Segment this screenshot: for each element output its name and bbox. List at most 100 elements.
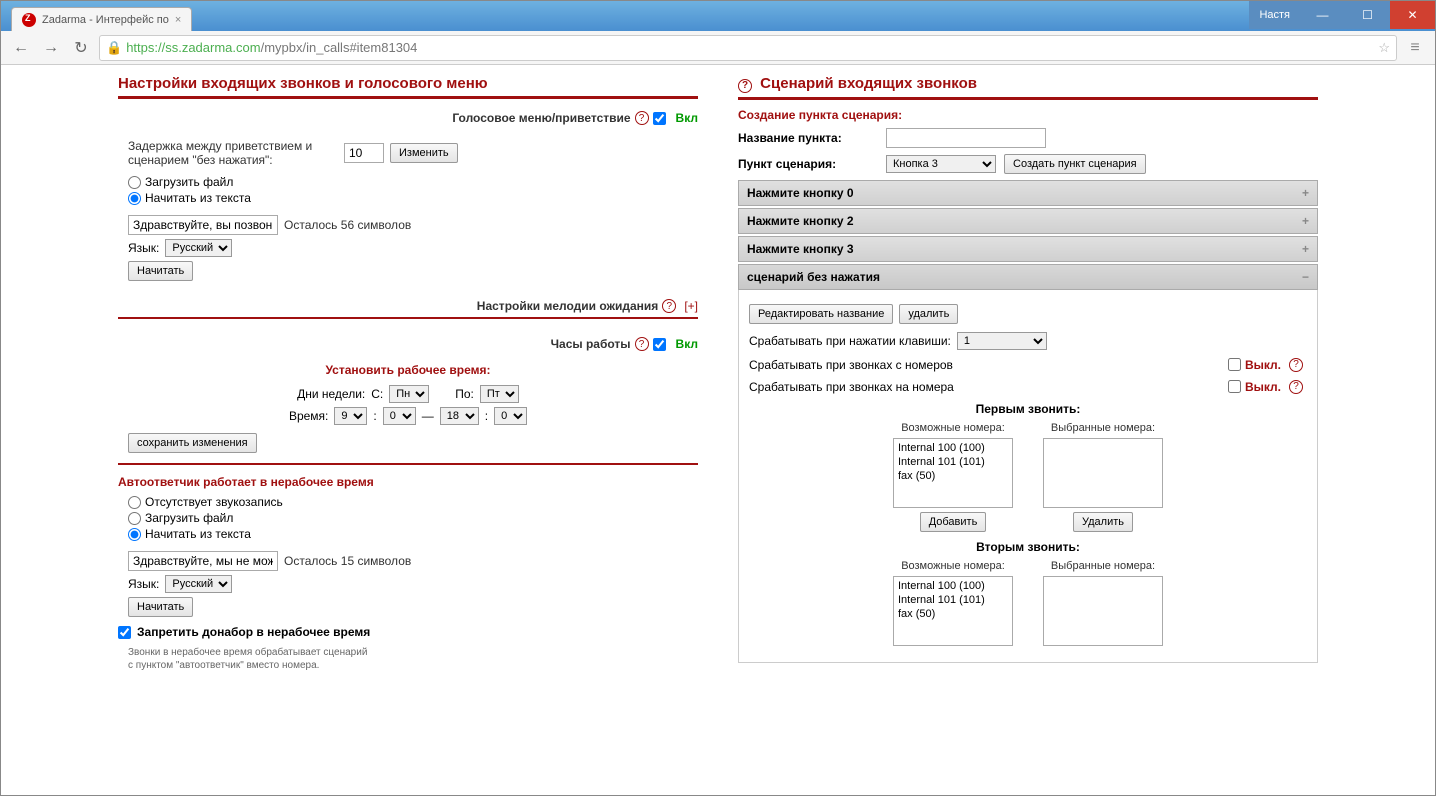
minus-icon: − <box>1302 270 1309 284</box>
from-numbers-checkbox[interactable] <box>1228 358 1241 371</box>
vm-text-label: Начитать из текста <box>145 527 251 541</box>
edit-name-button[interactable]: Редактировать название <box>749 304 893 324</box>
expand-icon[interactable]: [+] <box>684 299 698 313</box>
tab-title: Zadarma - Интерфейс по <box>42 14 169 26</box>
voice-menu-label: Голосовое меню/приветствие <box>118 111 631 125</box>
forbid-dial-checkbox[interactable] <box>118 626 131 639</box>
bookmark-star-icon[interactable]: ☆ <box>1378 40 1390 56</box>
vm-speak-button[interactable]: Начитать <box>128 597 193 617</box>
voice-menu-state: Вкл <box>676 111 698 125</box>
point-name-label: Название пункта: <box>738 131 878 145</box>
list-item[interactable]: Internal 101 (101) <box>896 593 1010 607</box>
create-point-label: Создание пункта сценария: <box>738 108 1318 122</box>
help-icon[interactable]: ? <box>635 111 649 125</box>
url-input[interactable]: 🔒 https://ss.zadarma.com/mypbx/in_calls#… <box>99 35 1397 61</box>
greeting-input[interactable] <box>128 215 278 235</box>
reload-icon[interactable]: ↻ <box>69 36 93 60</box>
vm-upload-radio[interactable] <box>128 512 141 525</box>
selected-numbers-list-2[interactable] <box>1043 576 1163 646</box>
accordion-button-0[interactable]: Нажмите кнопку 0+ <box>738 180 1318 206</box>
voicemail-title: Автоответчик работает в нерабочее время <box>118 475 698 489</box>
voice-menu-toggle[interactable] <box>653 112 666 125</box>
plus-icon: + <box>1302 242 1309 256</box>
plus-icon: + <box>1302 214 1309 228</box>
to-label: По: <box>455 387 474 401</box>
hours-toggle[interactable] <box>653 338 666 351</box>
window-maximize-icon[interactable]: ☐ <box>1345 1 1390 29</box>
accordion-no-press[interactable]: сценарий без нажатия− <box>738 264 1318 290</box>
lock-icon: 🔒 <box>106 40 122 56</box>
min2-select[interactable]: 0 <box>494 407 527 425</box>
vm-text-radio[interactable] <box>128 528 141 541</box>
list-item[interactable]: fax (50) <box>896 469 1010 483</box>
sel-label-2: Выбранные номера: <box>1051 560 1155 572</box>
list-item[interactable]: fax (50) <box>896 607 1010 621</box>
tab-close-icon[interactable]: × <box>175 14 181 26</box>
upload-file-label: Загрузить файл <box>145 175 233 189</box>
favicon-icon <box>22 13 36 27</box>
trigger-from-label: Срабатывать при звонках с номеров <box>749 358 953 372</box>
from-state: Выкл. <box>1245 358 1281 372</box>
to-day-select[interactable]: Пт <box>480 385 519 403</box>
trigger-to-label: Срабатывать при звонках на номера <box>749 380 954 394</box>
chars-left-label: Осталось 56 символов <box>284 218 411 232</box>
list-item[interactable]: Internal 100 (100) <box>896 579 1010 593</box>
delay-input[interactable] <box>344 143 384 163</box>
list-item[interactable]: Internal 101 (101) <box>896 455 1010 469</box>
speak-button[interactable]: Начитать <box>128 261 193 281</box>
available-numbers-list-2[interactable]: Internal 100 (100) Internal 101 (101) fa… <box>893 576 1013 646</box>
remove-button[interactable]: Удалить <box>1073 512 1133 532</box>
user-badge[interactable]: Настя <box>1249 1 1300 29</box>
vm-lang-select[interactable]: Русский <box>165 575 232 593</box>
save-hours-button[interactable]: сохранить изменения <box>128 433 257 453</box>
forward-icon[interactable]: → <box>39 36 63 60</box>
from-text-radio[interactable] <box>128 192 141 205</box>
from-day-select[interactable]: Пн <box>389 385 429 403</box>
help-icon[interactable]: ? <box>1289 358 1303 372</box>
vm-none-label: Отсутствует звукозапись <box>145 495 283 509</box>
help-icon[interactable]: ? <box>738 79 752 93</box>
create-point-button[interactable]: Создать пункт сценария <box>1004 154 1146 174</box>
selected-numbers-list[interactable] <box>1043 438 1163 508</box>
point-name-input[interactable] <box>886 128 1046 148</box>
list-item[interactable]: Internal 100 (100) <box>896 441 1010 455</box>
hour2-select[interactable]: 18 <box>440 407 479 425</box>
hours-label: Часы работы <box>118 337 631 351</box>
window-minimize-icon[interactable]: — <box>1300 1 1345 29</box>
trigger-key-select[interactable]: 1 <box>957 332 1047 350</box>
second-call-title: Вторым звонить: <box>749 540 1307 554</box>
vm-text-input[interactable] <box>128 551 278 571</box>
left-section-title: Настройки входящих звонков и голосового … <box>118 75 698 99</box>
hold-music-label: Настройки мелодии ожидания <box>118 299 658 313</box>
time-label: Время: <box>289 409 328 423</box>
menu-icon[interactable]: ≡ <box>1403 36 1427 60</box>
url-path: /mypbx/in_calls#item81304 <box>261 40 418 55</box>
delete-button[interactable]: удалить <box>899 304 958 324</box>
vm-none-radio[interactable] <box>128 496 141 509</box>
from-label: С: <box>371 387 383 401</box>
min1-select[interactable]: 0 <box>383 407 416 425</box>
accordion-button-3[interactable]: Нажмите кнопку 3+ <box>738 236 1318 262</box>
add-button[interactable]: Добавить <box>920 512 987 532</box>
to-numbers-checkbox[interactable] <box>1228 380 1241 393</box>
help-icon[interactable]: ? <box>635 337 649 351</box>
tab-strip: Zadarma - Интерфейс по × Настя — ☐ ✕ <box>1 1 1435 31</box>
help-icon[interactable]: ? <box>662 299 676 313</box>
back-icon[interactable]: ← <box>9 36 33 60</box>
window-close-icon[interactable]: ✕ <box>1390 1 1435 29</box>
change-button[interactable]: Изменить <box>390 143 458 163</box>
available-numbers-list[interactable]: Internal 100 (100) Internal 101 (101) fa… <box>893 438 1013 508</box>
browser-tab[interactable]: Zadarma - Интерфейс по × <box>11 7 192 31</box>
hours-state: Вкл <box>676 337 698 351</box>
vm-note2: с пунктом "автоответчик" вместо номера. <box>128 660 698 671</box>
trigger-key-label: Срабатывать при нажатии клавиши: <box>749 334 951 348</box>
hour1-select[interactable]: 9 <box>334 407 367 425</box>
scenario-point-select[interactable]: Кнопка 3 <box>886 155 996 173</box>
forbid-dial-label: Запретить донабор в нерабочее время <box>137 625 370 639</box>
lang-select[interactable]: Русский <box>165 239 232 257</box>
vm-note1: Звонки в нерабочее время обрабатывает сц… <box>128 647 698 658</box>
help-icon[interactable]: ? <box>1289 380 1303 394</box>
accordion-button-2[interactable]: Нажмите кнопку 2+ <box>738 208 1318 234</box>
vm-upload-label: Загрузить файл <box>145 511 233 525</box>
upload-file-radio[interactable] <box>128 176 141 189</box>
